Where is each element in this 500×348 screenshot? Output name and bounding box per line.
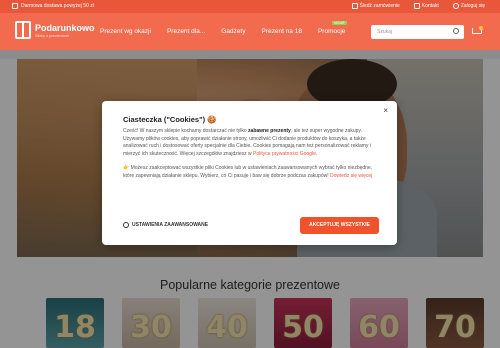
advanced-settings-button[interactable]: USTAWIENIA ZAAWANSOWANE	[123, 222, 208, 228]
nav-item-18th[interactable]: Prezent na 18	[261, 28, 301, 35]
close-icon[interactable]: ×	[383, 106, 388, 115]
advanced-settings-label: USTAWIENIA ZAAWANSOWANE	[132, 222, 209, 228]
cookie-dialog-body: Cześć! W naszym sklepie kochamy dostarcz…	[123, 128, 383, 181]
nav-item-promotions[interactable]: Promocje NOWE	[318, 21, 361, 35]
new-badge: NOWE	[331, 21, 347, 25]
cart-count-dot	[479, 26, 483, 30]
main-nav: Prezent wg okazji Prezent dla... Gadżety…	[100, 21, 377, 35]
gear-icon	[123, 222, 129, 228]
cookie-text: .	[315, 150, 318, 157]
cookie-dialog-title: Ciasteczka ("Cookies") 🍪	[123, 115, 217, 124]
free-shipping-text: Darmowa dostawa powyżej 50 zł	[21, 3, 94, 9]
cookie-text: Cześć! W naszym sklepie kochamy dostarcz…	[123, 128, 249, 134]
top-bar: Darmowa dostawa powyżej 50 zł Śledź zamó…	[0, 0, 500, 13]
user-icon	[452, 3, 459, 9]
search-icon[interactable]	[453, 28, 459, 34]
contact-link[interactable]: Kontakt	[413, 3, 439, 9]
package-icon	[351, 3, 358, 9]
learn-more-link[interactable]: Dowiedz się więcej	[330, 173, 372, 179]
accept-all-button[interactable]: AKCEPTUJĘ WSZYSTKIE	[300, 217, 379, 234]
gift-icon	[15, 21, 31, 39]
search-input[interactable]: Szukaj	[371, 25, 464, 39]
cookie-paragraph-2: 👉 Możesz zaakceptować wszystkie pliki Co…	[123, 165, 383, 180]
mail-icon	[413, 3, 420, 9]
logo-name: Podarunkowo	[35, 22, 95, 33]
logo-tagline: Sklep z prezentami	[35, 32, 70, 38]
search-placeholder: Szukaj	[377, 29, 393, 35]
cookie-text-bold: zabawne prezenty	[248, 128, 291, 134]
nav-item-occasion[interactable]: Prezent wg okazji	[100, 28, 151, 35]
cookie-paragraph-1: Cześć! W naszym sklepie kochamy dostarcz…	[123, 128, 383, 158]
main-header: Podarunkowo Sklep z prezentami Prezent w…	[0, 13, 500, 50]
truck-icon	[12, 3, 18, 9]
cart-icon[interactable]	[471, 26, 483, 36]
track-order-link[interactable]: Śledź zamówienie	[351, 3, 400, 9]
login-link[interactable]: Zaloguj się	[452, 3, 485, 9]
logo[interactable]: Podarunkowo Sklep z prezentami	[15, 21, 95, 39]
cookie-consent-dialog: × Ciasteczka ("Cookies") 🍪 Cześć! W nasz…	[102, 101, 397, 245]
privacy-policy-link[interactable]: Polityce prywatności Google	[253, 151, 316, 157]
nav-item-gadgets[interactable]: Gadżety	[221, 28, 245, 35]
nav-item-recipient[interactable]: Prezent dla...	[167, 28, 205, 35]
